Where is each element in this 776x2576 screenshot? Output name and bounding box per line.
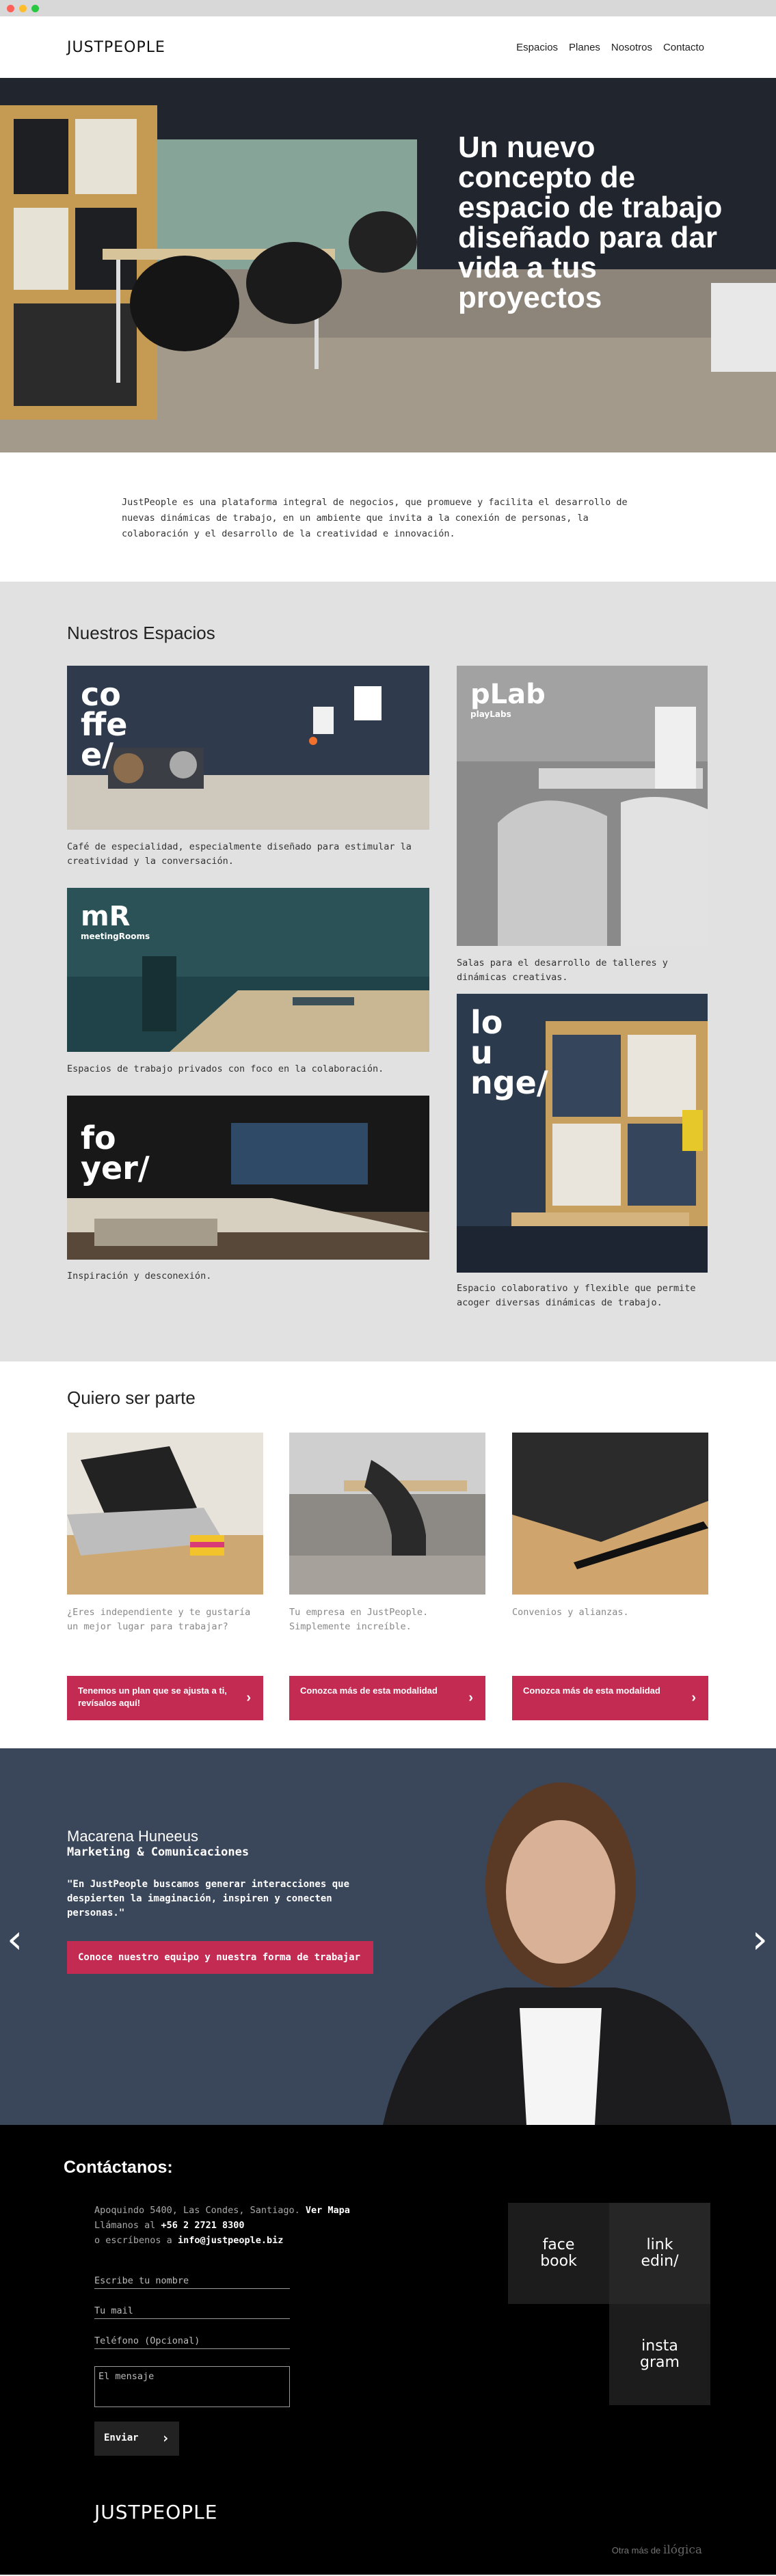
intro-text: JustPeople es una plataforma integral de… <box>122 497 628 539</box>
main-nav: Espacios Planes Nosotros Contacto <box>516 42 704 53</box>
phone-link[interactable]: +56 2 2721 8300 <box>161 2220 245 2231</box>
chevron-right-icon: › <box>161 2430 170 2446</box>
plan-company-button[interactable]: Conozca más de esta modalidad › <box>289 1676 485 1720</box>
message-field[interactable]: El mensaje <box>94 2366 290 2407</box>
nav-espacios[interactable]: Espacios <box>516 42 558 53</box>
plan-alliances-image <box>512 1433 708 1595</box>
meeting-rooms-desc: Espacios de trabajo privados con foco en… <box>67 1063 384 1074</box>
chevron-right-icon: › <box>691 1690 696 1705</box>
foyer-desc: Inspiración y desconexión. <box>67 1271 212 1282</box>
tile-playlabs[interactable]: pLab playLabs <box>457 666 708 946</box>
nav-nosotros[interactable]: Nosotros <box>611 42 652 53</box>
tile-foyer[interactable]: fo yer/ <box>67 1096 429 1260</box>
spaces-section: Nuestros Espacios co ffe e/ Café de espe… <box>0 582 776 1361</box>
plan-company-text: Tu empresa en JustPeople. Simplemente in… <box>289 1607 429 1632</box>
chevron-left-icon[interactable]: ‹ <box>7 1919 23 1959</box>
spaces-title: Nuestros Espacios <box>67 623 215 643</box>
lounge-label: lo u nge/ <box>470 1004 548 1101</box>
team-member-role: Marketing & Comunicaciones <box>67 1845 250 1859</box>
plan-independent-image <box>67 1433 263 1595</box>
plans-title: Quiero ser parte <box>67 1387 196 1408</box>
phone-field[interactable]: Teléfono (Opcional) <box>94 2326 290 2349</box>
tile-meeting-rooms[interactable]: mR meetingRooms <box>67 888 429 1052</box>
maximize-window-icon[interactable] <box>31 4 39 12</box>
plans-section: Quiero ser parte ¿Eres independiente y t… <box>0 1361 776 1748</box>
facebook-link[interactable]: face book <box>508 2203 609 2304</box>
tile-lounge[interactable]: lo u nge/ <box>457 994 708 1273</box>
email-field[interactable]: Tu mail <box>94 2296 290 2319</box>
contact-info: Apoquindo 5400, Las Condes, Santiago. Ve… <box>94 2205 350 2246</box>
plan-company-image <box>289 1433 485 1595</box>
nav-planes[interactable]: Planes <box>569 42 600 53</box>
coffee-desc: Café de especialidad, especialmente dise… <box>67 841 412 867</box>
playlabs-label: pLab playLabs <box>470 679 546 719</box>
nav-contacto[interactable]: Contacto <box>663 42 704 53</box>
chevron-right-icon: › <box>246 1690 251 1705</box>
team-quote: "En JustPeople buscamos generar interacc… <box>67 1879 350 1919</box>
address: Apoquindo 5400, Las Condes, Santiago. <box>94 2205 300 2216</box>
footer-logo[interactable]: JUSTPEOPLE <box>94 2501 217 2523</box>
plan-alliances-text: Convenios y alianzas. <box>512 1607 629 1618</box>
email-link[interactable]: info@justpeople.biz <box>178 2235 283 2246</box>
intro-section: JustPeople es una plataforma integral de… <box>0 452 776 582</box>
coffee-label: co ffe e/ <box>81 676 128 773</box>
credit[interactable]: Otra más de ilógica <box>612 2543 702 2557</box>
chevron-right-icon: › <box>468 1690 473 1705</box>
playlabs-desc: Salas para el desarrollo de talleres y d… <box>457 958 668 983</box>
hero: Un nuevo concepto de espacio de trabajo … <box>0 78 776 452</box>
plan-independent-text: ¿Eres independiente y te gustaría un mej… <box>67 1607 251 1632</box>
minimize-window-icon[interactable] <box>19 4 27 12</box>
team-cta-button[interactable]: Conoce nuestro equipo y nuestra forma de… <box>67 1941 373 1974</box>
team-member-name: Macarena Huneeus <box>67 1828 199 1845</box>
meeting-rooms-label: mR meetingRooms <box>81 901 150 941</box>
send-button[interactable]: Enviar › <box>94 2422 179 2456</box>
browser-chrome <box>0 0 776 16</box>
logo[interactable]: JUSTPEOPLE <box>67 39 165 56</box>
site-header: JUSTPEOPLE Espacios Planes Nosotros Cont… <box>0 16 776 78</box>
instagram-link[interactable]: insta gram <box>609 2304 710 2405</box>
contact-title: Contáctanos: <box>64 2158 173 2177</box>
plan-alliances-button[interactable]: Conozca más de esta modalidad › <box>512 1676 708 1720</box>
tile-coffee[interactable]: co ffe e/ <box>67 666 429 830</box>
linkedin-link[interactable]: link edin/ <box>609 2203 710 2304</box>
team-member-photo <box>0 1748 776 2125</box>
chevron-right-icon[interactable]: › <box>752 1919 768 1959</box>
map-link[interactable]: Ver Mapa <box>306 2205 350 2216</box>
team-slider: Macarena Huneeus Marketing & Comunicacio… <box>0 1748 776 2125</box>
hero-title: Un nuevo concepto de espacio de trabajo … <box>458 131 723 314</box>
foyer-label: fo yer/ <box>81 1120 150 1187</box>
close-window-icon[interactable] <box>7 4 14 12</box>
lounge-desc: Espacio colaborativo y flexible que perm… <box>457 1283 696 1308</box>
plan-independent-button[interactable]: Tenemos un plan que se ajusta a ti, reví… <box>67 1676 263 1720</box>
contact-section: Contáctanos: Apoquindo 5400, Las Condes,… <box>0 2125 776 2575</box>
name-field[interactable]: Escribe tu nombre <box>94 2266 290 2289</box>
